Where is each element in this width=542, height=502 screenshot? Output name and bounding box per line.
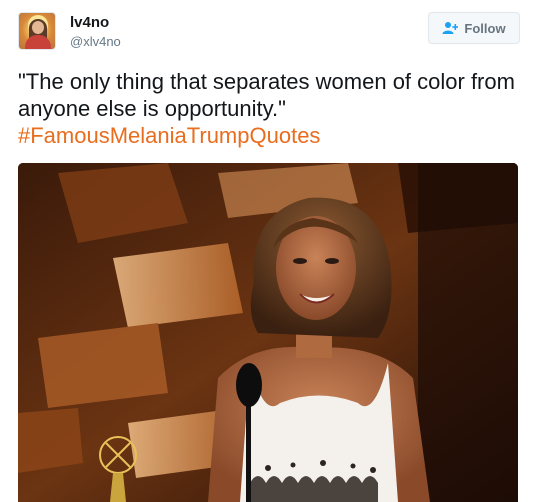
tweet-header: lv4no @xlv4no Follow	[18, 12, 520, 58]
user-handle[interactable]: @xlv4no	[70, 34, 121, 49]
tweet-body: "The only thing that separates women of …	[18, 68, 518, 149]
hashtag-link[interactable]: #FamousMelaniaTrumpQuotes	[18, 122, 518, 149]
follow-label: Follow	[464, 20, 506, 36]
tweet-photo[interactable]	[18, 163, 518, 502]
tweet-text: "The only thing that separates women of …	[18, 69, 515, 121]
photo-illustration	[18, 163, 518, 502]
display-name[interactable]: lv4no	[70, 14, 109, 31]
add-user-icon	[442, 22, 459, 34]
avatar-robe	[25, 35, 51, 49]
avatar[interactable]	[18, 12, 56, 50]
avatar-face	[32, 21, 44, 34]
follow-button[interactable]: Follow	[428, 12, 520, 44]
